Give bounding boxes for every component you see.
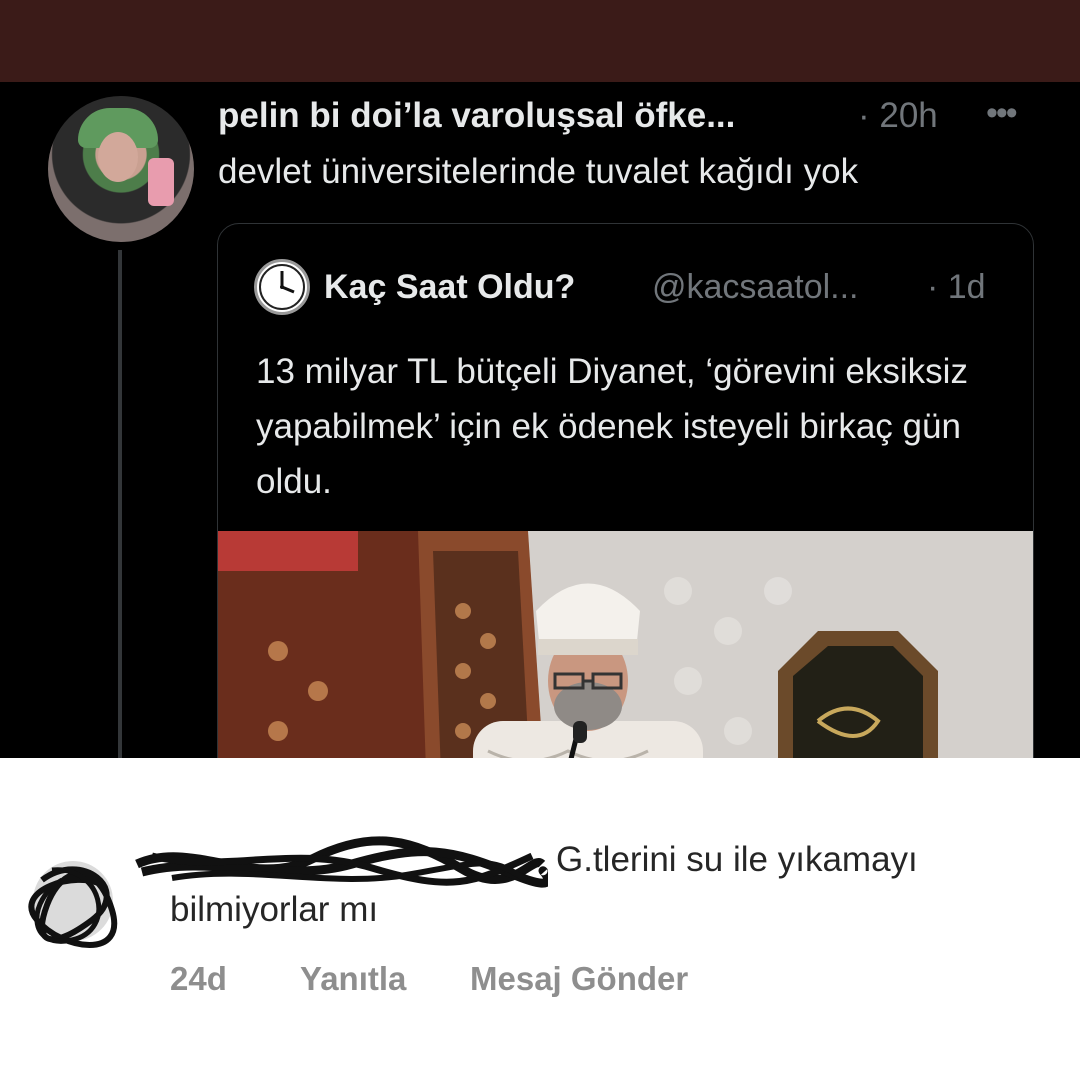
comment-section: G.tlerini su ile yıkamayı bilmiyorlar mı…	[0, 758, 1080, 1084]
send-message-button[interactable]: Mesaj Gönder	[470, 960, 688, 998]
tweet-screenshot: pelin bi doi’la varoluşsal öfke... · 20h…	[0, 82, 1080, 758]
comment-age: 24d	[170, 960, 227, 997]
tweet-time[interactable]: · 20h	[858, 96, 938, 136]
thread-line	[118, 250, 122, 758]
quoted-author-name[interactable]: Kaç Saat Oldu?	[324, 268, 575, 307]
reply-button[interactable]: Yanıtla	[300, 960, 406, 998]
top-bar	[0, 0, 1080, 82]
avatar-phone	[148, 158, 174, 206]
quoted-author-handle[interactable]: @kacsaatol...	[652, 268, 859, 307]
avatar-face	[98, 132, 138, 182]
comment-text-line1: G.tlerini su ile yıkamayı	[556, 840, 918, 879]
quoted-media-image[interactable]	[218, 531, 1033, 758]
tweet-text: devlet üniversitelerinde tuvalet kağıdı …	[218, 152, 859, 191]
commenter-avatar[interactable]	[22, 850, 124, 952]
tweet-author-name[interactable]: pelin bi doi’la varoluşsal öfke...	[218, 96, 735, 136]
tweet-author-avatar[interactable]	[48, 96, 194, 242]
quoted-tweet-card[interactable]: Kaç Saat Oldu? @kacsaatol... · 1d 13 mil…	[217, 223, 1034, 758]
more-horizontal-icon[interactable]: •••	[986, 94, 1018, 133]
comment-text-line2: bilmiyorlar mı	[170, 890, 379, 929]
quoted-text: 13 milyar TL bütçeli Diyanet, ‘görevini …	[256, 352, 968, 501]
commenter-username-scribble[interactable]	[132, 834, 553, 894]
clock-icon[interactable]	[254, 259, 310, 315]
quoted-time[interactable]: · 1d	[927, 268, 986, 307]
